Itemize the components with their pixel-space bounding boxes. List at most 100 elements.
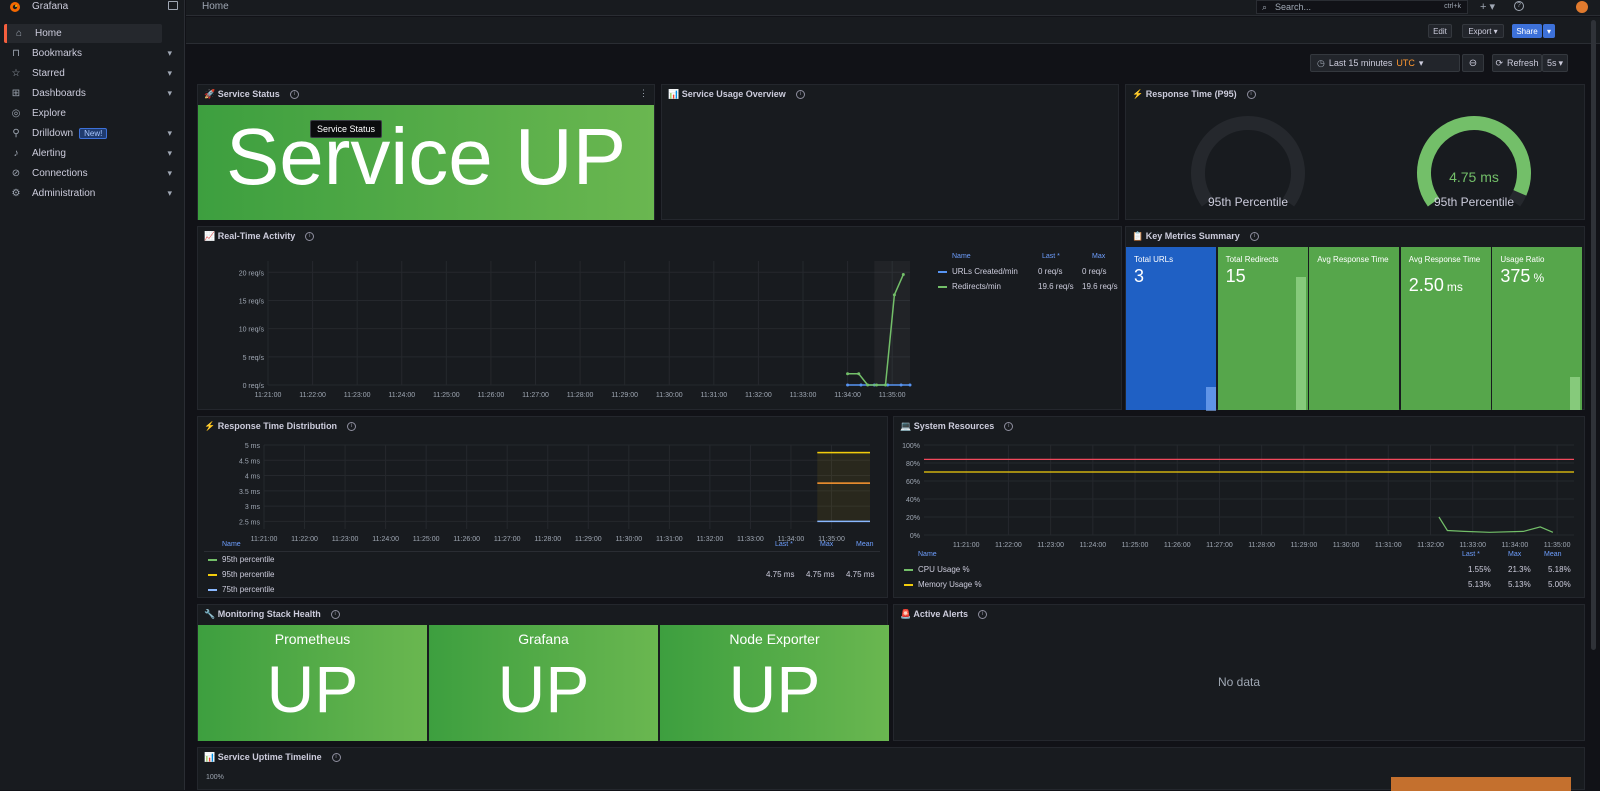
metric-value-wrap: [1317, 275, 1320, 296]
legend-header-name[interactable]: Name: [952, 253, 971, 260]
chevron-down-icon[interactable]: ▾: [167, 168, 172, 179]
metric-tile[interactable]: Avg Response Time 2.50 ms: [1400, 247, 1491, 410]
legend-header-mean[interactable]: Mean: [856, 541, 874, 548]
legend-series-name[interactable]: 95th percentile: [222, 555, 274, 564]
sidebar-item-administration[interactable]: ⚙ Administration ▾: [4, 184, 172, 203]
refresh-interval-label: 5s: [1546, 58, 1557, 68]
y-tick-label: 10 req/s: [239, 327, 265, 334]
info-icon[interactable]: i: [331, 753, 341, 762]
dock-menu-icon[interactable]: [168, 1, 178, 10]
add-icon[interactable]: + ▾: [1480, 0, 1495, 13]
time-range-picker[interactable]: ◷ Last 15 minutes UTC ▾: [1310, 54, 1460, 72]
x-tick-label: 11:30:00: [1333, 542, 1360, 549]
zoom-out-button[interactable]: ⊖: [1462, 54, 1484, 72]
search-input[interactable]: Search...: [1275, 2, 1311, 12]
panel-stack-health[interactable]: 🔧 Monitoring Stack Health i Prometheus UP G…: [197, 604, 889, 741]
help-icon[interactable]: ?: [1514, 1, 1524, 11]
search-box[interactable]: ⌕ Search... ctrl+k: [1256, 0, 1468, 14]
health-tile[interactable]: Grafana UP: [429, 625, 658, 741]
y-tick-label: 20%: [906, 515, 920, 522]
refresh-button[interactable]: ⟳ Refresh: [1492, 54, 1542, 72]
refresh-interval-picker[interactable]: 5s ▾: [1542, 54, 1568, 72]
panel-usage-overview[interactable]: 📊 Service Usage Overview i: [661, 84, 1119, 220]
edit-button[interactable]: Edit: [1428, 24, 1452, 38]
health-tile[interactable]: Prometheus UP: [198, 625, 427, 741]
panel-rt-distribution[interactable]: ⚡ Response Time Distribution i 2.5 ms 3 ms…: [197, 416, 888, 598]
legend-series-name[interactable]: CPU Usage %: [918, 565, 970, 574]
y-tick-label: 5 ms: [245, 443, 261, 450]
info-icon[interactable]: i: [347, 422, 357, 431]
compass-icon: ◎: [11, 108, 21, 119]
sidebar-item-drilldown[interactable]: ⚲ Drilldown New! ▾: [4, 124, 172, 143]
page-scrollbar[interactable]: [1591, 20, 1596, 650]
info-icon[interactable]: i: [330, 610, 340, 619]
user-avatar[interactable]: [1576, 1, 1588, 13]
legend-header-name[interactable]: Name: [918, 551, 937, 558]
gauge-2-label: 95th Percentile: [1433, 195, 1515, 209]
panel-system-resources[interactable]: 💻 System Resources i 0% 20% 40% 60% 80% 100% 11…: [893, 416, 1585, 598]
sidebar-item-alerting[interactable]: ♪ Alerting ▾: [4, 144, 173, 163]
legend-header-last[interactable]: Last *: [775, 541, 793, 548]
panel-key-metrics[interactable]: 📋 Key Metrics Summary i Total URLs 3 Total …: [1125, 226, 1585, 411]
panel-service-status[interactable]: 🚀 Service Status i ⋮ Service UP Service S…: [197, 84, 655, 220]
info-icon[interactable]: i: [795, 90, 805, 99]
legend-header-last[interactable]: Last *: [1462, 551, 1480, 558]
legend-header-name[interactable]: Name: [222, 541, 241, 548]
metric-tile[interactable]: Total Redirects 15: [1217, 247, 1308, 410]
health-tile[interactable]: Node Exporter UP: [660, 625, 889, 741]
health-tile-value: UP: [728, 652, 821, 726]
legend-series-name[interactable]: Redirects/min: [952, 282, 1001, 291]
legend-series-name[interactable]: URLs Created/min: [952, 267, 1018, 276]
metric-tile[interactable]: Total URLs 3: [1126, 247, 1216, 410]
panel-title-text: 📋 Key Metrics Summary: [1132, 231, 1240, 241]
panel-menu-icon[interactable]: ⋮: [639, 88, 648, 99]
chevron-down-icon[interactable]: ▾: [167, 48, 172, 59]
panel-response-time[interactable]: ⚡ Response Time (P95) i 95th Percentile 9…: [1125, 84, 1585, 220]
info-icon[interactable]: i: [1004, 422, 1014, 431]
legend-header-mean[interactable]: Mean: [1544, 551, 1562, 558]
legend-series-name[interactable]: 75th percentile: [222, 585, 274, 594]
metric-tile[interactable]: Avg Response Time: [1309, 247, 1400, 410]
legend-series-name[interactable]: Memory Usage %: [918, 580, 982, 589]
chevron-down-icon[interactable]: ▾: [167, 148, 172, 159]
legend-series-name[interactable]: 95th percentile: [222, 570, 274, 579]
metric-value-wrap: 15: [1226, 266, 1249, 287]
refresh-icon: ⟳: [1495, 57, 1504, 68]
panel-active-alerts[interactable]: 🚨 Active Alerts i No data: [893, 604, 1585, 741]
sidebar-item-starred[interactable]: ☆ Starred ▾: [4, 64, 172, 83]
info-icon[interactable]: i: [1249, 232, 1259, 241]
share-button[interactable]: Share: [1512, 24, 1542, 38]
chevron-down-icon[interactable]: ▾: [167, 88, 172, 99]
metric-tile[interactable]: Usage Ratio 375%: [1492, 247, 1583, 410]
chevron-down-icon[interactable]: ▾: [167, 68, 172, 79]
legend-last: 19.6 req/s: [1038, 282, 1074, 291]
y-tick-label: 40%: [906, 497, 920, 504]
home-icon: ⌂: [15, 28, 23, 39]
info-icon[interactable]: i: [978, 610, 988, 619]
drilldown-icon: ⚲: [12, 128, 20, 139]
sidebar-item-connections[interactable]: ⊘ Connections ▾: [4, 164, 172, 183]
metric-unit: %: [1533, 271, 1545, 285]
export-button[interactable]: Export ▾: [1462, 24, 1504, 38]
sidebar-item-explore[interactable]: ◎ Explore: [4, 104, 162, 123]
grafana-logo-icon[interactable]: [9, 1, 21, 13]
legend-header-max[interactable]: Max: [820, 541, 833, 548]
sparkline-fill: [1206, 387, 1216, 411]
chevron-down-icon[interactable]: ▾: [167, 188, 172, 199]
y-tick-label: 3.5 ms: [239, 489, 261, 496]
legend-max: 19.6 req/s: [1082, 282, 1118, 291]
share-dropdown-button[interactable]: ▾: [1543, 24, 1555, 38]
info-icon[interactable]: i: [305, 232, 315, 241]
panel-uptime-timeline[interactable]: 📊 Service Uptime Timeline i 100%: [197, 747, 1585, 791]
legend-header-max[interactable]: Max: [1508, 551, 1521, 558]
sidebar-item-home[interactable]: ⌂ Home: [4, 24, 162, 43]
sidebar-item-bookmarks[interactable]: ⊓ Bookmarks ▾: [4, 44, 172, 63]
chevron-down-icon[interactable]: ▾: [167, 128, 172, 139]
panel-realtime-activity[interactable]: 📈 Real-Time Activity i 0 req/s 5 req/s 10 r…: [197, 226, 1122, 410]
x-tick-label: 11:22:00: [299, 392, 326, 399]
sidebar-item-dashboards[interactable]: ⊞ Dashboards ▾: [4, 84, 172, 103]
breadcrumb[interactable]: Home: [202, 1, 229, 12]
legend-header-last[interactable]: Last *: [1042, 253, 1060, 260]
legend-header-max[interactable]: Max: [1092, 253, 1105, 260]
info-icon[interactable]: i: [289, 90, 299, 99]
